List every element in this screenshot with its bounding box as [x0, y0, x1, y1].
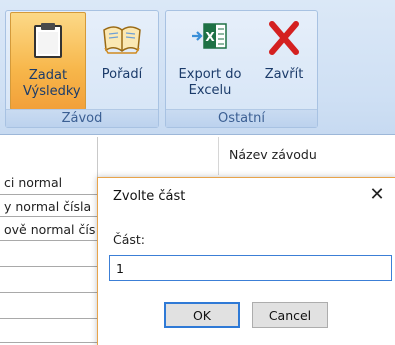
poradi-label: Pořadí: [101, 67, 143, 82]
zadat-vysledky-button[interactable]: Zadat Výsledky: [10, 12, 86, 110]
row-divider: [0, 216, 97, 217]
dialog-title: Zvolte část: [113, 189, 186, 204]
export-do-excelu-label: Export do Excelu: [178, 67, 242, 98]
row-divider: [0, 266, 97, 267]
cast-field-label: Část:: [113, 232, 146, 247]
ribbon: Zadat Výsledky Pořadí Závod X Export do …: [0, 0, 395, 135]
export-do-excelu-button[interactable]: X Export do Excelu: [172, 12, 248, 110]
row-divider: [0, 342, 97, 343]
row-divider: [0, 194, 97, 195]
ribbon-group-zavod: Zadat Výsledky Pořadí Závod: [5, 10, 159, 128]
table-row[interactable]: ci normal: [4, 175, 97, 190]
poradi-button[interactable]: Pořadí: [92, 12, 152, 110]
book-icon: [102, 20, 142, 61]
zvolte-cast-dialog: Zvolte část ✕ Část: OK Cancel: [97, 177, 395, 345]
header-separator: [218, 137, 219, 175]
close-x-icon: [266, 20, 302, 61]
zavrit-label: Zavřít: [264, 67, 304, 82]
group-label-zavod: Závod: [6, 109, 158, 127]
dialog-close-button[interactable]: ✕: [364, 183, 390, 209]
cast-input[interactable]: [109, 255, 392, 281]
row-divider: [0, 318, 97, 319]
clipboard-icon: [33, 21, 63, 64]
row-divider: [0, 292, 97, 293]
table-row[interactable]: ově normal čís: [4, 222, 97, 237]
excel-export-icon: X: [190, 20, 230, 57]
zadat-vysledky-label: Zadat Výsledky: [23, 68, 81, 99]
ribbon-group-ostatni: X Export do Excelu Zavřít Ostatní: [165, 10, 318, 128]
cancel-button[interactable]: Cancel: [252, 302, 328, 328]
ok-button[interactable]: OK: [164, 302, 240, 328]
zavrit-button[interactable]: Zavřít: [254, 12, 314, 110]
table-row[interactable]: y normal čísla: [4, 199, 97, 214]
svg-text:X: X: [205, 30, 215, 44]
group-label-ostatni: Ostatní: [166, 109, 317, 127]
row-divider: [0, 240, 97, 241]
column-header-nazev-zavodu: Název závodu: [229, 147, 317, 162]
